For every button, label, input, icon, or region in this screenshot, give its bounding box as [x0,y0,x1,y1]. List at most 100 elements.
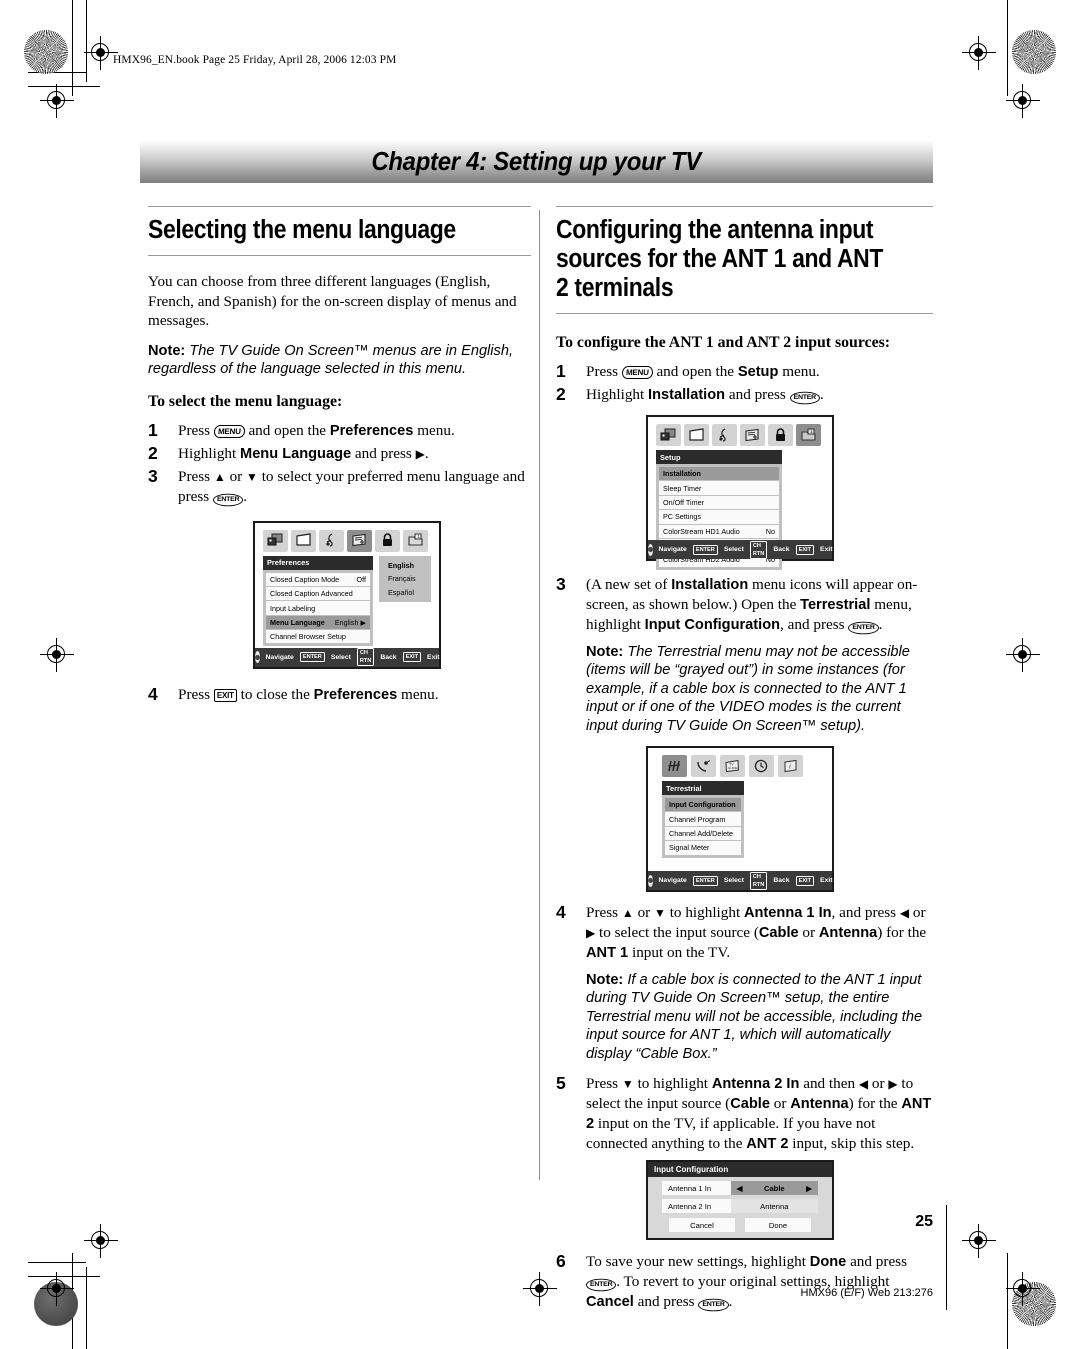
osd-row-label: PC Settings [663,512,701,522]
arrow-left-icon: ◀ [858,1077,869,1092]
step-item: 3 Press ▲ or ▼ to select your preferred … [148,466,531,507]
clock-icon[interactable] [749,755,774,778]
step-bold: Installation [671,577,749,593]
osd-menu-row-selected[interactable]: Menu Language English ▶ [266,615,370,631]
osd-menu-row[interactable]: Input Labeling [266,601,370,616]
steps-list-left: 1 Press MENU and open the Preferences me… [148,420,531,507]
osd-menu-row[interactable]: Closed Caption Advanced [266,586,370,602]
exit-key-icon: EXIT [795,544,815,555]
osd-row-label: Closed Caption Mode [270,574,340,584]
dpad-icon [647,543,653,556]
navbar-navigate-label: Navigate [658,877,687,885]
menu-key-icon: MENU [213,424,246,438]
setup-icon[interactable]: 1 [796,424,821,446]
osd-menu-row-selected[interactable]: Installation [659,467,779,482]
setup-icon[interactable]: 1 [403,529,428,552]
dialog-row-field[interactable]: Antenna [730,1199,818,1214]
dialog-row-value: Cable [763,1183,785,1193]
picture-icon[interactable] [263,529,288,552]
step-text: , and press [831,904,900,922]
section-heading-left: Selecting the menu language [148,216,456,244]
heading-rule-bottom [148,255,531,256]
osd-menu-row[interactable]: Sleep Timer [659,481,779,496]
osd-setup: 1 Setup Installation Sleep Timer On/Off … [646,415,834,570]
screen-icon[interactable] [291,529,316,552]
step-text: input, skip this step. [788,1135,915,1153]
osd-row-label: Signal Meter [669,843,710,853]
arrow-right-icon[interactable]: ▶ [806,1184,812,1193]
osd-menu-row-selected[interactable]: Input Configuration [665,798,741,813]
osd-row-label: Installation [663,469,701,479]
step-bold: Menu Language [240,445,352,462]
osd-row-value: English ▶ [334,617,366,627]
step-item: 4 Press EXIT to close the Preferences me… [148,684,531,705]
step-number: 2 [556,384,566,404]
print-header: HMX96_EN.book Page 25 Friday, April 28, … [113,54,397,66]
step-item: 5 Press ▼ to highlight Antenna 2 In and … [556,1073,933,1154]
step-text: to select the input source ( [595,924,759,942]
audio-icon[interactable] [319,529,344,552]
navbar-exit-label: Exit [820,877,833,885]
osd-menu-row[interactable]: PC Settings [659,510,779,525]
osd-menu-row[interactable]: Channel Browser Setup [266,630,370,644]
steps-list-left-cont: 4 Press EXIT to close the Preferences me… [148,684,531,705]
tvguide-icon[interactable]: TV GUIDE [720,755,745,778]
antenna-icon[interactable] [662,755,687,778]
preferences-icon[interactable] [740,424,765,446]
arrow-down-icon: ▼ [246,469,258,484]
satellite-icon[interactable] [691,755,716,778]
navbar-back-label: Back [380,653,397,661]
step-text: . [728,1293,733,1311]
audio-icon[interactable] [712,424,737,446]
step-item: 1 Press MENU and open the Setup menu. [556,361,933,382]
step-number: 4 [556,902,566,923]
osd-navbar: Navigate ENTER Select CH RTN Back EXIT Exit [254,647,440,667]
lock-icon[interactable] [768,424,793,446]
note-label: Note: [148,342,186,359]
osd-language-option[interactable]: Español [382,585,428,599]
info-icon[interactable]: i [778,755,803,778]
chapter-banner: Chapter 4: Setting up your TV [140,140,933,183]
osd-language-option-selected[interactable]: English [382,558,428,572]
step-text: . [243,487,248,505]
screen-icon[interactable] [684,424,709,446]
step-text: (A new set of [586,576,672,593]
step-text: Press [178,467,214,485]
exit-key-icon: EXIT [402,652,422,663]
registration-mark [962,36,996,70]
step-text: . [819,386,824,403]
cancel-button[interactable]: Cancel [669,1218,735,1233]
osd-menu-row[interactable]: Closed Caption Mode Off [266,572,370,587]
osd-menu-row[interactable]: Channel Add/Delete [665,826,741,842]
done-button[interactable]: Done [745,1218,811,1233]
navbar-exit-label: Exit [427,653,440,661]
registration-mark [40,84,74,118]
subhead-select-language: To select the menu language: [148,392,343,410]
dialog-buttons: Cancel Done [648,1218,832,1233]
dialog-row-antenna1[interactable]: Antenna 1 In ◀ Cable ▶ [662,1181,818,1196]
step-bold: Cable [730,1096,770,1113]
step-text: Press [178,685,214,703]
step-text: Press [586,904,622,922]
document-id: HMX96 (E/F) Web 213:276 [800,1287,933,1299]
lock-icon[interactable] [375,529,400,552]
osd-language-option[interactable]: Français [382,571,428,586]
osd-menu-row[interactable]: ColorStream HD1 Audio No [659,524,779,539]
step-text: or [769,1095,791,1113]
navbar-select-label: Select [723,546,744,553]
step-bold: Preferences [329,422,414,439]
preferences-icon[interactable] [347,529,372,552]
step-text: to highlight [633,1075,712,1093]
osd-menu-row[interactable]: Signal Meter [665,841,741,855]
osd-menu-row[interactable]: Channel Program [665,812,741,827]
step-bold: Antenna [790,1096,849,1113]
osd-menu-row[interactable]: On/Off Timer [659,495,779,511]
dialog-row-label: Antenna 1 In [662,1181,731,1196]
osd-row-label: On/Off Timer [663,497,705,507]
picture-icon[interactable] [656,424,681,446]
dialog-row-antenna2[interactable]: Antenna 2 In Antenna [662,1199,818,1214]
step-text: , and press [780,616,849,633]
note-label: Note: [586,972,624,989]
dialog-row-field[interactable]: ◀ Cable ▶ [730,1181,818,1196]
arrow-left-icon: ◀ [899,906,910,921]
